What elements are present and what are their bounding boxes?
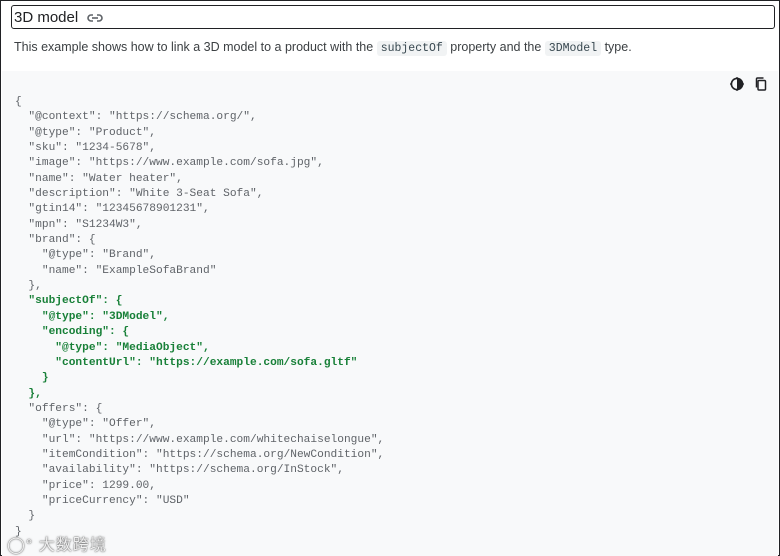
code-line: "@type": "Offer", (15, 418, 156, 431)
section-heading: 3D model (11, 5, 775, 29)
code-line: "mpn": "S1234W3", (15, 218, 143, 231)
code-line: "@type": "Brand", (15, 249, 156, 262)
code-line: "itemCondition": "https://schema.org/New… (15, 448, 385, 461)
code-line: "availability": "https://schema.org/InSt… (15, 464, 344, 477)
code-line: "contentUrl": "https://example.com/sofa.… (15, 356, 358, 369)
json-ld-code: { "@context": "https://schema.org/", "@t… (15, 95, 384, 540)
description: This example shows how to link a 3D mode… (14, 40, 632, 56)
code-line: "description": "White 3-Seat Sofa", (15, 188, 264, 201)
description-middle: property and the (446, 40, 545, 54)
code-line: "encoding": { (15, 326, 130, 339)
code-line: "name": "Water heater", (15, 172, 183, 185)
code-line: "subjectOf": { (15, 295, 123, 308)
code-line: "image": "https://www.example.com/sofa.j… (15, 157, 324, 170)
code-line: "@type": "Product", (15, 126, 156, 139)
code-line: } (15, 510, 36, 523)
code-line: "name": "ExampleSofaBrand" (15, 264, 217, 277)
watermark: ◯° 大数跨境 (7, 531, 107, 555)
description-suffix: type. (601, 40, 632, 54)
code-block: { "@context": "https://schema.org/", "@t… (2, 71, 778, 556)
code-line: "offers": { (15, 402, 103, 415)
code-line: "@type": "MediaObject", (15, 341, 210, 354)
watermark-text: 大数跨境 (38, 537, 107, 554)
code-line: }, (15, 387, 42, 400)
code-line: "brand": { (15, 234, 96, 247)
code-3dmodel: 3DModel (544, 41, 602, 56)
code-line: "gtin14": "12345678901231", (15, 203, 210, 216)
code-line: "price": 1299.00, (15, 479, 156, 492)
code-line: }, (15, 280, 42, 293)
watermark-logo-icon: ◯° (7, 537, 34, 554)
copy-icon[interactable] (753, 76, 769, 92)
dark-mode-toggle-icon[interactable] (729, 76, 745, 92)
code-line: { (15, 96, 22, 108)
link-icon[interactable] (86, 11, 104, 23)
description-prefix: This example shows how to link a 3D mode… (14, 40, 377, 54)
page-title: 3D model (14, 8, 79, 26)
page-frame: 3D model This example shows how to link … (0, 0, 780, 556)
code-subjectof: subjectOf (376, 41, 447, 56)
code-line: "priceCurrency": "USD" (15, 494, 190, 507)
code-line: "sku": "1234-5678", (15, 142, 156, 155)
code-line: "url": "https://www.example.com/whitecha… (15, 433, 385, 446)
code-line: "@context": "https://schema.org/", (15, 111, 257, 124)
code-line: "@type": "3DModel", (15, 310, 170, 323)
code-line: } (15, 372, 49, 385)
